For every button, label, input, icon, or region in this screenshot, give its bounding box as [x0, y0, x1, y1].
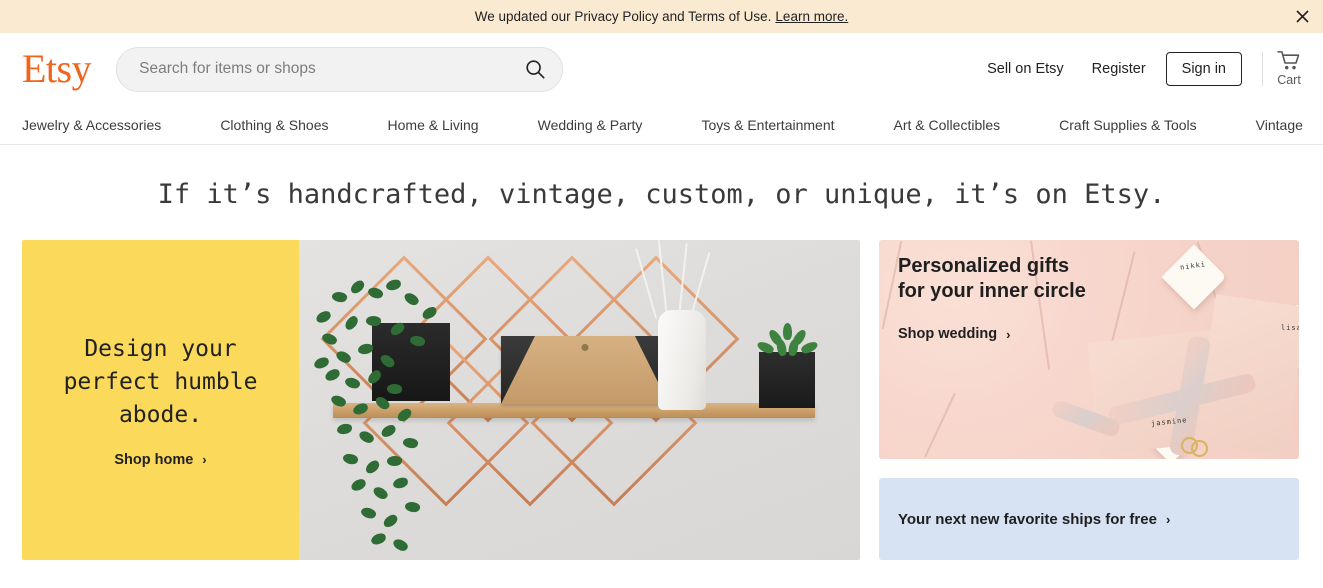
succulent-plant: [755, 323, 820, 361]
header-divider: [1262, 52, 1263, 86]
etsy-logo[interactable]: Etsy: [22, 49, 92, 89]
site-header: Etsy Sell on Etsy Register Sign in Cart: [0, 33, 1323, 105]
box-knob: [581, 344, 589, 351]
gold-ring-2: [1191, 440, 1208, 457]
page-title: If it’s handcrafted, vintage, custom, or…: [157, 179, 1166, 210]
white-reed-diffuser-vase: [658, 310, 707, 411]
shopping-cart-icon: [1277, 51, 1300, 70]
hero-side-cards: nikki lisa jasmine Personalized gifts fo…: [879, 240, 1299, 560]
nav-item-wedding-party[interactable]: Wedding & Party: [536, 113, 645, 137]
close-icon[interactable]: [1292, 7, 1312, 27]
privacy-banner: We updated our Privacy Policy and Terms …: [0, 0, 1323, 33]
hero-photo: [299, 240, 860, 560]
nav-item-art-collectibles[interactable]: Art & Collectibles: [892, 113, 1003, 137]
register-link[interactable]: Register: [1078, 53, 1160, 85]
wooden-storage-box: [500, 336, 669, 404]
free-shipping-card[interactable]: Your next new favorite ships for free ›: [879, 478, 1299, 560]
search-icon[interactable]: [517, 51, 553, 87]
cart-label: Cart: [1277, 73, 1301, 87]
nav-item-toys-entertainment[interactable]: Toys & Entertainment: [699, 113, 836, 137]
header-actions: Sell on Etsy Register Sign in Cart: [973, 51, 1305, 87]
trailing-vine: [321, 367, 431, 554]
search-bar: [116, 46, 564, 92]
nav-item-jewelry-accessories[interactable]: Jewelry & Accessories: [20, 113, 163, 137]
cart-button[interactable]: Cart: [1277, 51, 1305, 87]
hero-section: Design your perfect humble abode. Shop h…: [0, 240, 1323, 560]
privacy-banner-text: We updated our Privacy Policy and Terms …: [474, 9, 772, 24]
nav-item-vintage[interactable]: Vintage: [1254, 113, 1305, 137]
hero-promo-title: Design your perfect humble abode.: [63, 335, 258, 428]
hero-home-module[interactable]: Design your perfect humble abode. Shop h…: [22, 240, 860, 560]
chevron-right-icon: ›: [1006, 326, 1011, 342]
chevron-right-icon: ›: [202, 452, 207, 467]
nav-item-clothing-shoes[interactable]: Clothing & Shoes: [218, 113, 330, 137]
hero-promo-panel[interactable]: Design your perfect humble abode. Shop h…: [22, 240, 299, 560]
sign-in-button[interactable]: Sign in: [1165, 52, 1242, 86]
marble-vein: [924, 392, 956, 458]
heart-dish-name-lisa: lisa: [1281, 324, 1299, 332]
nav-item-craft-supplies-tools[interactable]: Craft Supplies & Tools: [1057, 113, 1198, 137]
wedding-gifts-card[interactable]: nikki lisa jasmine Personalized gifts fo…: [879, 240, 1299, 459]
free-shipping-link[interactable]: Your next new favorite ships for free ›: [898, 511, 1170, 528]
free-shipping-label: Your next new favorite ships for free: [898, 510, 1157, 528]
privacy-banner-learn-more-link[interactable]: Learn more.: [775, 9, 848, 24]
shop-home-label: Shop home: [114, 451, 194, 468]
search-input[interactable]: [116, 46, 564, 92]
nav-item-home-living[interactable]: Home & Living: [386, 113, 481, 137]
shop-wedding-link[interactable]: Shop wedding ›: [898, 326, 1086, 342]
wedding-card-title-line1: Personalized gifts: [898, 255, 1070, 277]
chevron-right-icon: ›: [1165, 511, 1171, 527]
wedding-card-title-line2: for your inner circle: [898, 280, 1086, 302]
sell-on-etsy-link[interactable]: Sell on Etsy: [973, 53, 1078, 85]
shop-wedding-label: Shop wedding: [898, 326, 998, 342]
category-nav: Jewelry & Accessories Clothing & Shoes H…: [0, 105, 1323, 145]
shop-home-link[interactable]: Shop home ›: [114, 452, 206, 468]
wedding-card-content: Personalized gifts for your inner circle…: [898, 254, 1086, 342]
